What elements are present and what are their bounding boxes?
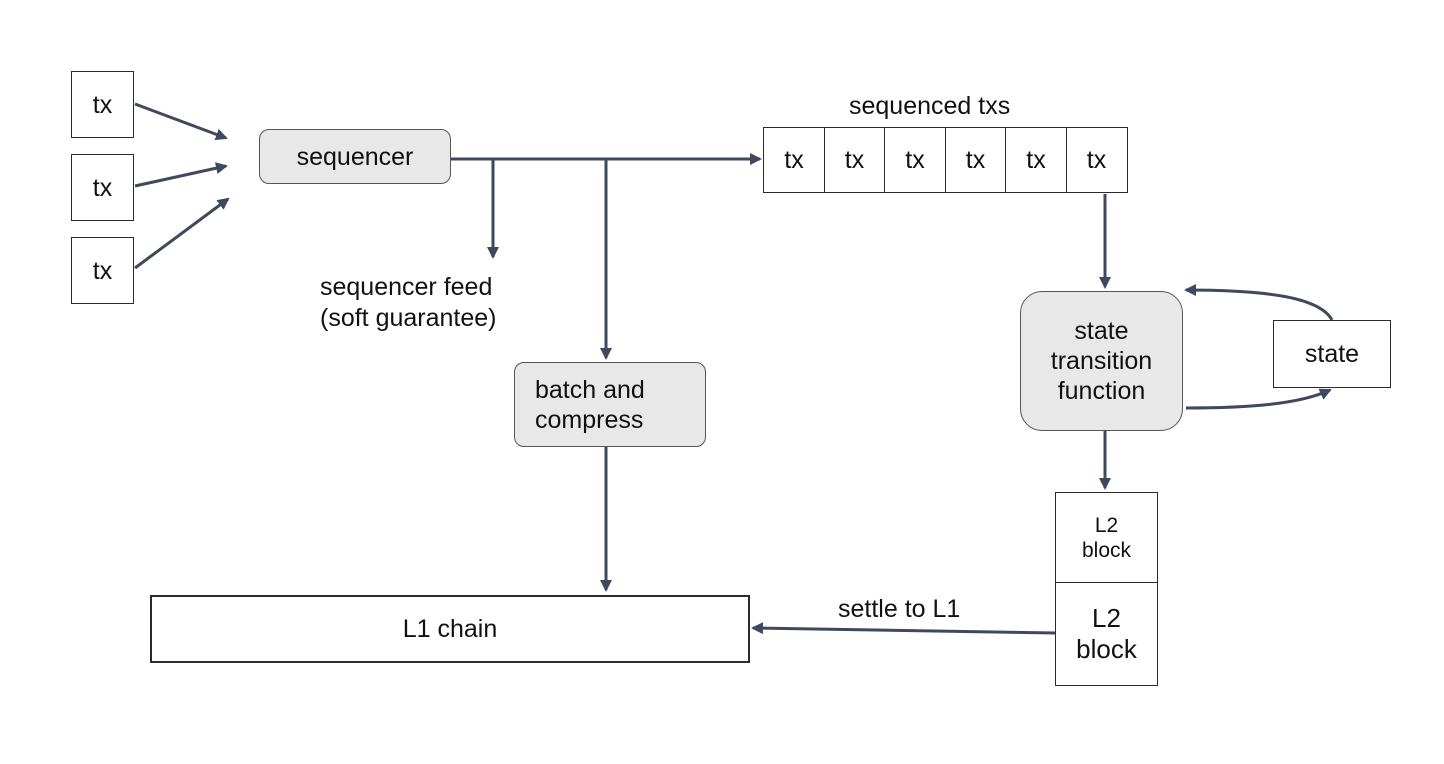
input-tx-box: tx xyxy=(71,154,134,221)
l2-block-line2: block xyxy=(1081,539,1132,562)
batch-compress-node: batch and compress xyxy=(514,362,706,447)
sequencer-feed-line1: sequencer feed xyxy=(320,273,493,301)
tx-label: tx xyxy=(844,146,865,174)
tx-label: tx xyxy=(1026,146,1046,174)
tx-label: tx xyxy=(92,256,113,285)
tx-label: tx xyxy=(905,146,925,174)
settle-to-l1-label: settle to L1 xyxy=(838,595,961,623)
arrow-tx3-to-sequencer xyxy=(134,197,230,270)
stf-line1: state xyxy=(1074,317,1129,345)
sequenced-txs-label: sequenced txs xyxy=(849,92,1011,120)
tx-label: tx xyxy=(965,146,986,174)
state-node: state xyxy=(1273,320,1391,388)
sequenced-tx-cell: tx xyxy=(1065,127,1128,193)
arrow-settle-to-l1 xyxy=(751,622,1056,635)
input-tx-box: tx xyxy=(71,237,134,304)
sequenced-tx-cell: tx xyxy=(944,127,1007,193)
l1-chain-label: L1 chain xyxy=(402,615,498,643)
l2-block-node: L2 block xyxy=(1055,492,1158,584)
tx-label: tx xyxy=(92,173,113,202)
sequenced-tx-cell: tx xyxy=(1005,127,1067,193)
l2-block-line1: L2 xyxy=(1094,513,1119,537)
sequencer-label: sequencer xyxy=(296,142,414,171)
stf-line2: transition xyxy=(1050,347,1153,375)
l2-block-line2: block xyxy=(1076,634,1137,664)
sequencer-node: sequencer xyxy=(259,129,451,184)
sequenced-tx-cell: tx xyxy=(763,127,825,193)
batch-compress-line1: batch and xyxy=(535,375,645,404)
sequenced-tx-cell: tx xyxy=(823,127,886,193)
arrow-tx2-to-sequencer xyxy=(134,162,228,188)
sequenced-tx-cell: tx xyxy=(884,127,946,193)
tx-label: tx xyxy=(784,146,804,174)
sequenced-txs-strip: tx tx tx tx tx tx xyxy=(763,127,1128,193)
tx-label: tx xyxy=(1086,146,1107,174)
state-label: state xyxy=(1304,340,1360,368)
input-tx-box: tx xyxy=(71,71,134,138)
arrow-tx1-to-sequencer xyxy=(134,102,228,141)
stf-line3: function xyxy=(1057,377,1146,405)
sequencer-feed-label: sequencer feed (soft guarantee) xyxy=(320,272,497,335)
l2-block-node: L2 block xyxy=(1055,582,1158,686)
tx-label: tx xyxy=(92,90,113,119)
arrow-state-to-stf xyxy=(1184,284,1334,321)
state-transition-function-node: state transition function xyxy=(1020,291,1183,431)
l1-chain-node: L1 chain xyxy=(150,595,750,663)
sequencer-feed-line2: (soft guarantee) xyxy=(320,304,497,333)
l2-block-line1: L2 xyxy=(1092,602,1121,633)
arrow-stf-to-state xyxy=(1185,388,1332,410)
batch-compress-line2: compress xyxy=(535,405,644,434)
